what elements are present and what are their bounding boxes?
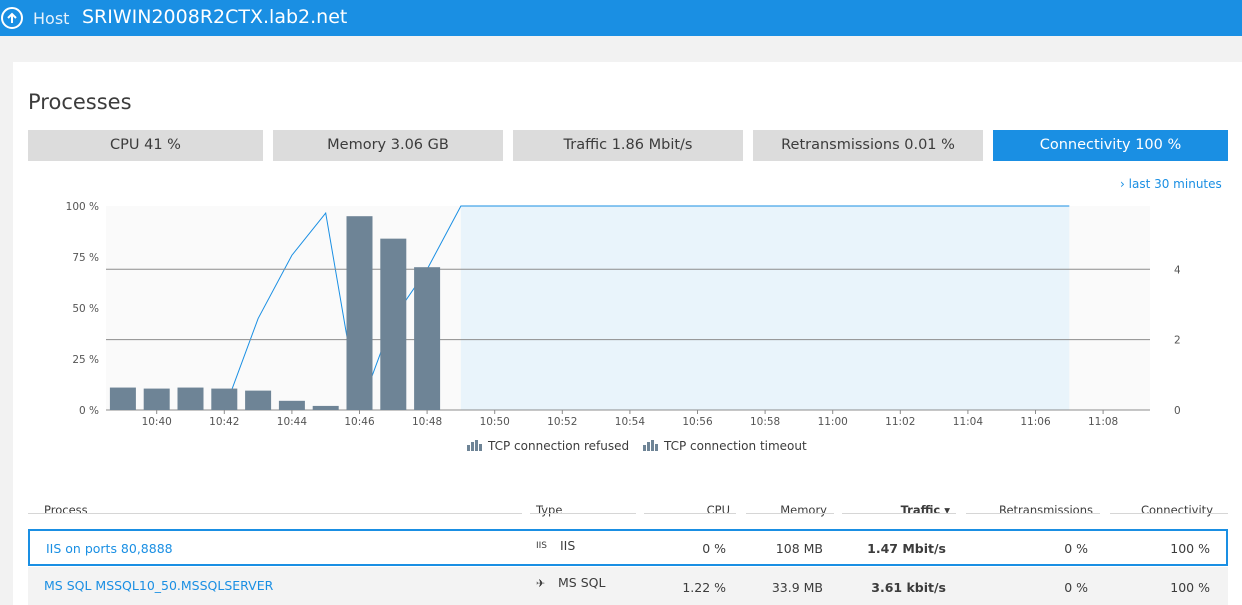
- column-header-memory[interactable]: Memory: [747, 503, 827, 517]
- iis-icon: IIS: [536, 541, 548, 551]
- column-header-retransmissions[interactable]: Retransmissions: [970, 503, 1093, 517]
- bar-chart-icon: [642, 440, 658, 451]
- process-traffic: 1.47 Mbit/s: [867, 541, 946, 556]
- table-row[interactable]: MS SQL MSSQL10_50.MSSQLSERVER ✈ MS SQL 1…: [28, 567, 1228, 605]
- x-tick-label: 10:44: [277, 416, 308, 428]
- y-tick-label: 100 %: [66, 201, 99, 213]
- x-tick-label: 10:48: [412, 416, 442, 428]
- y-tick-label: 50 %: [72, 303, 99, 315]
- y-tick-label: 0 %: [79, 405, 99, 417]
- y-tick-label: 25 %: [72, 354, 99, 366]
- header-divider: [842, 513, 956, 514]
- process-memory: 108 MB: [775, 541, 823, 556]
- x-tick-label: 10:52: [547, 416, 577, 428]
- chart-bar: [278, 400, 305, 410]
- x-tick-label: 10:58: [750, 416, 780, 428]
- x-tick-label: 10:54: [615, 416, 646, 428]
- x-tick-label: 10:46: [344, 416, 375, 428]
- header-divider: [644, 513, 736, 514]
- column-header-connectivity[interactable]: Connectivity: [1110, 503, 1213, 517]
- chart-bar: [245, 390, 272, 410]
- tile-connectivity[interactable]: Connectivity 100 %: [993, 130, 1228, 161]
- page-title: Processes: [28, 90, 132, 114]
- connectivity-area: [460, 206, 1070, 410]
- chart-bar: [380, 238, 407, 410]
- x-tick-label: 10:40: [142, 416, 172, 428]
- process-type: IIS: [560, 538, 576, 553]
- process-name-link[interactable]: MS SQL MSSQL10_50.MSSQLSERVER: [44, 578, 273, 593]
- process-connectivity: 100 %: [1170, 541, 1210, 556]
- x-tick-label: 11:00: [818, 416, 848, 428]
- process-cpu: 0 %: [702, 541, 726, 556]
- x-tick-label: 11:04: [953, 416, 984, 428]
- column-header-type[interactable]: Type: [536, 503, 562, 517]
- timeframe-selector[interactable]: › last 30 minutes: [1120, 177, 1222, 191]
- chart-bar: [414, 267, 441, 410]
- chart-bar: [346, 216, 373, 410]
- process-retransmissions: 0 %: [1064, 541, 1088, 556]
- column-header-process[interactable]: Process: [44, 503, 88, 517]
- connectivity-chart: 100 % 75 % 50 % 25 % 0 % 4 /s 2 /s 0 /s 10:40 10:…: [66, 201, 1180, 428]
- x-tick-label: 11:02: [885, 416, 915, 428]
- timeframe-label: last 30 minutes: [1128, 177, 1222, 191]
- top-bar: Host SRIWIN2008R2CTX.lab2.net: [0, 0, 1242, 36]
- header-divider: [530, 513, 636, 514]
- header-divider: [746, 513, 834, 514]
- x-tick-label: 11:08: [1088, 416, 1118, 428]
- breadcrumb-host[interactable]: Host: [33, 9, 69, 28]
- host-name: SRIWIN2008R2CTX.lab2.net: [82, 6, 348, 28]
- process-traffic: 3.61 kbit/s: [871, 580, 946, 595]
- legend-label-refused: TCP connection refused: [488, 439, 630, 453]
- legend-label-timeout: TCP connection timeout: [663, 439, 807, 453]
- header-divider: [1110, 513, 1228, 514]
- tile-traffic[interactable]: Traffic 1.86 Mbit/s: [513, 130, 743, 161]
- x-tick-label: 10:50: [480, 416, 510, 428]
- x-tick-label: 10:42: [209, 416, 239, 428]
- y-tick-label: 75 %: [72, 252, 99, 264]
- tile-memory[interactable]: Memory 3.06 GB: [273, 130, 503, 161]
- tile-cpu[interactable]: CPU 41 %: [28, 130, 263, 161]
- header-divider: [966, 513, 1100, 514]
- process-name-link[interactable]: IIS on ports 80,8888: [46, 541, 173, 556]
- y-right-tick-label: 2 /s: [1174, 335, 1180, 347]
- column-header-cpu[interactable]: CPU: [650, 503, 730, 517]
- process-type: MS SQL: [558, 575, 606, 590]
- chart-bar: [312, 405, 339, 410]
- x-tick-label: 11:06: [1020, 416, 1051, 428]
- column-header-traffic[interactable]: Traffic ▾: [850, 503, 950, 517]
- chart-bar: [109, 387, 136, 410]
- chart-legend: TCP connection refused TCP connection ti…: [467, 439, 817, 453]
- bar-chart-icon: [467, 440, 482, 451]
- chart-bar: [177, 387, 204, 410]
- process-retransmissions: 0 %: [1064, 580, 1088, 595]
- tile-retransmissions[interactable]: Retransmissions 0.01 %: [753, 130, 983, 161]
- chevron-right-icon: ›: [1120, 177, 1125, 191]
- y-right-tick-label: 0 /s: [1174, 405, 1180, 417]
- chart-bar: [143, 388, 170, 410]
- chart-bar: [211, 388, 238, 410]
- process-memory: 33.9 MB: [771, 580, 823, 595]
- legend-item-timeout[interactable]: TCP connection timeout: [642, 439, 807, 453]
- table-row[interactable]: IIS on ports 80,8888 IIS IIS 0 % 108 MB …: [28, 529, 1228, 566]
- legend-item-refused[interactable]: TCP connection refused: [467, 439, 633, 453]
- process-connectivity: 100 %: [1170, 580, 1210, 595]
- x-tick-label: 10:56: [682, 416, 713, 428]
- process-cpu: 1.22 %: [682, 580, 726, 595]
- y-right-tick-label: 4 /s: [1174, 264, 1180, 276]
- mssql-icon: ✈: [536, 577, 546, 590]
- navigate-up-icon[interactable]: [1, 7, 23, 29]
- header-divider: [28, 513, 522, 514]
